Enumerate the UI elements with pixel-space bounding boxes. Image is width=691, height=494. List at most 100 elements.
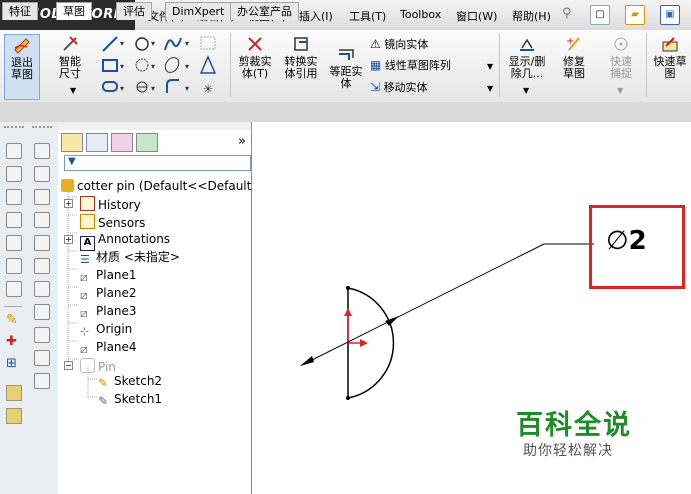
repair-icon[interactable]: ✚ <box>6 334 17 349</box>
repair-sketch-button[interactable]: + 修复草图 <box>554 34 594 80</box>
linear-pattern-button[interactable]: ▦ 线性草图阵列 <box>370 57 451 73</box>
tree-item-label: Annotations <box>98 232 171 246</box>
open-folder-icon[interactable]: ▰ <box>625 5 645 25</box>
smart-dimension-button[interactable]: 智能尺寸 <box>52 34 88 80</box>
ribbon-separator <box>230 33 231 97</box>
expand-panel-icon[interactable]: » <box>238 134 246 149</box>
origin-marker <box>344 308 368 347</box>
menu-help[interactable]: 帮助(H) <box>512 8 551 24</box>
tab-office-products[interactable]: 办公室产品 <box>230 2 299 20</box>
tree-item-plane4[interactable]: ⧄ Plane4 <box>80 340 137 356</box>
smart-dim-dropdown-icon[interactable]: ▼ <box>70 86 76 95</box>
annotations-icon: A <box>80 236 95 251</box>
view-icon[interactable] <box>34 304 50 320</box>
sensors-icon <box>80 214 95 229</box>
view-icon[interactable] <box>34 166 50 182</box>
tree-item-plane2[interactable]: ⧄ Plane2 <box>80 286 137 302</box>
point-tool-icon <box>136 81 148 93</box>
fillet-feature-icon[interactable] <box>6 281 22 297</box>
display-manager-tab-icon[interactable] <box>136 133 158 152</box>
view-icon[interactable] <box>34 327 50 343</box>
tree-item-sensors[interactable]: Sensors <box>80 214 145 230</box>
tree-item-label: History <box>98 198 141 212</box>
tree-item-sketch1[interactable]: ✎ Sketch1 <box>98 392 162 408</box>
relations-icon[interactable]: ⊞ <box>6 356 17 371</box>
configuration-manager-tab-icon[interactable] <box>111 133 133 152</box>
menu-insert[interactable]: 插入(I) <box>299 8 333 24</box>
revolve-cut-icon[interactable] <box>6 258 22 274</box>
expand-toggle[interactable]: + <box>64 235 73 244</box>
view-icon[interactable] <box>34 212 50 228</box>
quick-snaps-button[interactable]: 快速捕捉 <box>600 34 642 80</box>
table-icon[interactable] <box>34 373 50 389</box>
tree-item-label: Pin <box>98 360 116 374</box>
loft-icon[interactable] <box>6 212 22 228</box>
rapid-sketch-button[interactable]: 快速草图 <box>650 34 690 80</box>
tree-item-history[interactable]: History <box>80 196 141 212</box>
move-entities-button[interactable]: ⇲ 移动实体 <box>370 79 428 95</box>
tab-sketch[interactable]: 草图 <box>56 2 92 20</box>
trim-entities-button[interactable]: 剪裁实体(T) <box>236 34 274 80</box>
convert-entities-button[interactable]: 转换实体引用 <box>280 34 322 80</box>
tree-filter-input[interactable]: ▼ <box>64 155 251 171</box>
menu-toolbox[interactable]: Toolbox <box>400 8 441 21</box>
tab-features[interactable]: 特征 <box>2 2 38 20</box>
svg-text:▾: ▾ <box>185 62 189 71</box>
sweep-icon[interactable] <box>6 189 22 205</box>
exit-sketch-button[interactable]: 退出草图 <box>4 34 40 100</box>
extrude-cut-icon[interactable] <box>6 235 22 251</box>
offset-entities-button[interactable]: 等距实体 <box>326 44 366 90</box>
collapse-toggle[interactable]: − <box>64 361 73 370</box>
display-delete-relations-button[interactable]: 显示/删除几... <box>503 34 551 80</box>
grid-icon[interactable] <box>34 143 50 159</box>
extrude-boss-icon[interactable] <box>6 143 22 159</box>
tab-evaluate[interactable]: 评估 <box>116 2 152 20</box>
snaps-dropdown-icon[interactable]: ▼ <box>617 86 623 95</box>
filter-icon: ▼ <box>68 156 76 167</box>
view-icon[interactable] <box>34 281 50 297</box>
view-icon[interactable] <box>34 350 50 366</box>
smart-dimension-label: 智能尺寸 <box>59 55 81 80</box>
revolve-boss-icon[interactable] <box>6 166 22 182</box>
tree-item-sketch2[interactable]: ✎ Sketch2 <box>98 374 162 390</box>
tree-item-material[interactable]: ☰ 材质 <未指定> <box>80 250 180 267</box>
svg-text:▾: ▾ <box>151 84 155 93</box>
smart-dimension-icon <box>63 36 78 51</box>
save-icon[interactable]: ▣ <box>660 5 680 25</box>
tree-item-plane1[interactable]: ⧄ Plane1 <box>80 268 137 284</box>
strip-divider <box>4 306 22 307</box>
sketch-icon[interactable]: ✎ <box>6 312 18 328</box>
tree-item-annotations[interactable]: A Annotations <box>80 232 170 251</box>
part-icon <box>61 179 74 192</box>
mirror-entities-button[interactable]: ⚠ 镜向实体 <box>370 36 428 52</box>
spline-tool-icon <box>164 37 182 51</box>
plane-icon: ⧄ <box>80 306 88 320</box>
menu-tools[interactable]: 工具(T) <box>349 8 386 24</box>
new-document-icon[interactable]: ▢ <box>590 5 610 25</box>
strip-grip <box>32 126 52 134</box>
tree-item-plane3[interactable]: ⧄ Plane3 <box>80 304 137 320</box>
diameter-value: 2 <box>628 226 647 256</box>
view-icon[interactable] <box>34 235 50 251</box>
view-icon[interactable] <box>34 189 50 205</box>
origin-icon: ⊹ <box>80 325 90 338</box>
diameter-dimension[interactable]: ∅2 <box>606 226 647 256</box>
layer-icon[interactable] <box>6 385 22 401</box>
expand-toggle[interactable]: + <box>64 199 73 208</box>
feature-manager-tab-icon[interactable] <box>61 133 83 152</box>
diameter-leader-line <box>300 243 594 366</box>
view-icon[interactable] <box>34 258 50 274</box>
polygon-tool-icon <box>135 58 149 72</box>
sketch-icon: ✎ <box>98 394 109 408</box>
tree-item-pin[interactable]: Pin <box>80 358 116 374</box>
tab-dimxpert[interactable]: DimXpert <box>165 2 232 20</box>
menu-window[interactable]: 窗口(W) <box>456 8 497 24</box>
move-dropdown-icon[interactable]: ▼ <box>487 84 493 93</box>
relations-dropdown-icon[interactable]: ▼ <box>523 86 529 95</box>
tree-root-part[interactable]: cotter pin (Default<<Default> <box>61 179 261 193</box>
property-manager-tab-icon[interactable] <box>86 133 108 152</box>
tree-item-origin[interactable]: ⊹ Origin <box>80 322 132 339</box>
pattern-dropdown-icon[interactable]: ▼ <box>487 62 493 71</box>
pin-icon[interactable]: ⚲ <box>562 6 572 21</box>
layer-icon[interactable] <box>6 408 22 424</box>
